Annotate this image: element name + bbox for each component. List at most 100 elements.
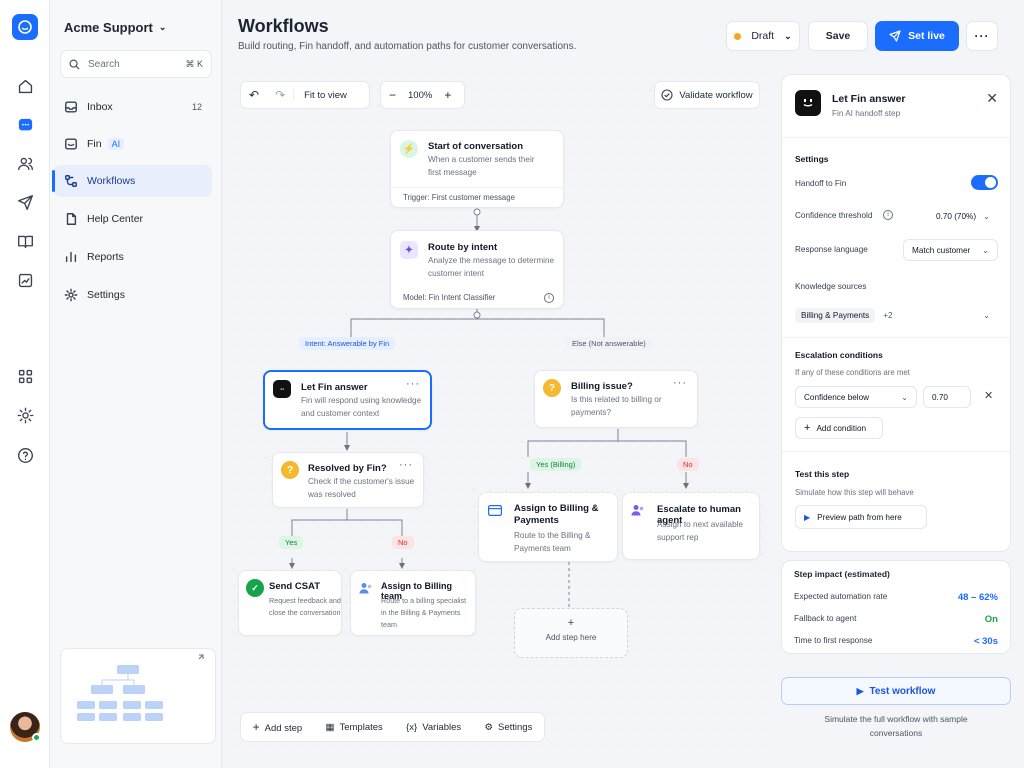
home-icon[interactable] <box>15 76 35 96</box>
bar-chart-icon <box>65 251 77 263</box>
assign-billing-payments-node[interactable]: Assign to Billing & Payments Route to the… <box>478 492 618 562</box>
node-description: Request feedback and close the conversati… <box>269 595 341 619</box>
add-condition-button[interactable]: + Add condition <box>795 417 883 439</box>
node-description: Check if the customer's issue was resolve… <box>308 475 414 501</box>
test-workflow-button[interactable]: ▶ Test workflow <box>781 677 1011 705</box>
node-more-icon[interactable]: ··· <box>399 459 413 471</box>
redo-icon[interactable]: ↷ <box>267 88 293 102</box>
condition-value-input[interactable]: 0.70 <box>923 386 971 408</box>
apps-grid-icon[interactable] <box>15 366 35 386</box>
close-icon[interactable]: ✕ <box>986 90 998 107</box>
add-step-button[interactable]: + Add step <box>245 720 311 734</box>
edge-label-no: No <box>677 458 699 471</box>
node-description: Route to the Billing & Payments team <box>514 529 590 555</box>
play-icon: ▶ <box>856 685 864 696</box>
zoom-out-button[interactable]: − <box>381 88 404 102</box>
escalation-hint: If any of these conditions are met <box>795 368 910 377</box>
status-dropdown[interactable]: Draft ⌄ <box>726 21 800 51</box>
sidebar-item-label: Workflows <box>87 175 136 187</box>
sidebar-item-label: Inbox <box>87 101 113 113</box>
validate-workflow-button[interactable]: Validate workflow <box>654 81 760 109</box>
messages-icon[interactable] <box>15 115 35 135</box>
workspace-name: Acme Support <box>64 20 153 35</box>
node-desc-line: payments? <box>571 408 612 417</box>
workspace-switcher[interactable]: Acme Support ⌄ <box>64 20 166 35</box>
billing-issue-node[interactable]: ? Billing issue? ··· Is this related to … <box>534 370 698 428</box>
fin-bot-icon: ᐧᐧ <box>273 380 291 398</box>
node-title: Billing issue? <box>571 381 633 392</box>
sidebar-item-reports[interactable]: Reports <box>54 241 212 273</box>
more-options-button[interactable]: ··· <box>966 21 998 51</box>
help-icon[interactable] <box>15 445 35 465</box>
language-select[interactable]: Match customer ⌄ <box>903 239 998 261</box>
handoff-toggle[interactable] <box>971 175 998 190</box>
info-icon[interactable]: i <box>544 293 554 303</box>
impact-value: On <box>984 614 998 625</box>
minimap-diagram <box>77 654 204 721</box>
sidebar-item-help-center[interactable]: Help Center <box>54 203 212 235</box>
sidebar-item-label: Help Center <box>87 213 144 225</box>
add-step-placeholder[interactable]: + Add step here <box>514 608 628 658</box>
preview-label: Preview path from here <box>817 512 902 522</box>
online-status-dot <box>32 733 41 742</box>
undo-icon[interactable]: ↶ <box>241 88 267 102</box>
send-icon[interactable] <box>15 192 35 212</box>
analytics-icon[interactable] <box>15 270 35 290</box>
settings-gear-icon[interactable] <box>15 405 35 425</box>
sidebar-item-workflows[interactable]: Workflows <box>52 165 212 197</box>
set-live-button[interactable]: Set live <box>875 21 959 51</box>
gear-icon: ⚙ <box>484 721 493 733</box>
zoom-in-button[interactable]: + <box>436 88 459 102</box>
variables-button[interactable]: {x} Variables <box>398 722 469 733</box>
save-button[interactable]: Save <box>808 21 868 51</box>
inbox-count-badge: 12 <box>191 102 202 112</box>
app-logo-icon[interactable] <box>12 14 38 40</box>
workflows-icon <box>65 175 77 187</box>
edge-label-else: Else (Not answerable) <box>566 337 652 350</box>
knowledge-select[interactable]: Billing & Payments +2 ⌄ <box>795 303 998 327</box>
start-node[interactable]: ⚡ Start of conversation When a customer … <box>390 130 564 208</box>
divider <box>782 137 1010 138</box>
templates-button[interactable]: ▦ Templates <box>318 722 391 733</box>
route-by-intent-node[interactable]: ✦ Route by intent Analyze the message to… <box>390 230 564 309</box>
templates-label: Templates <box>339 721 383 733</box>
assign-billing-team-node[interactable]: Assign to Billing team Route to a billin… <box>350 570 476 636</box>
sidebar-item-settings[interactable]: Settings <box>54 279 212 311</box>
workflow-minimap[interactable] <box>60 648 216 744</box>
workflow-canvas[interactable]: ↶ ↷ Fit to view − 100% + Validate workfl… <box>232 72 770 752</box>
impact-label: Expected automation rate <box>794 592 888 601</box>
node-more-icon[interactable]: ··· <box>673 377 687 389</box>
node-model: Model: Fin Intent Classifier <box>403 293 496 302</box>
sidebar-item-inbox[interactable]: Inbox 12 <box>54 91 212 123</box>
canvas-settings-button[interactable]: ⚙ Settings <box>476 722 540 733</box>
sidebar-item-label: Fin <box>87 138 102 150</box>
node-desc-line: Analyze the message to determine <box>428 256 555 265</box>
edge-label-yes: Yes <box>279 536 304 549</box>
let-fin-answer-node[interactable]: ᐧᐧ Let Fin answer ··· Fin will respond u… <box>263 370 432 430</box>
info-icon[interactable]: i <box>883 210 893 220</box>
expand-icon <box>198 654 204 660</box>
user-avatar[interactable] <box>10 712 41 742</box>
resolved-by-fin-node[interactable]: ? Resolved by Fin? ··· Check if the cust… <box>272 452 424 508</box>
panel-title: Let Fin answer <box>832 93 906 105</box>
node-description: Route to a billing specialist in the Bill… <box>381 595 466 631</box>
knowledge-book-icon[interactable] <box>15 231 35 251</box>
send-csat-node[interactable]: ✓ Send CSAT Request feedback and close th… <box>238 570 342 636</box>
status-label: Draft <box>751 30 775 42</box>
preview-path-button[interactable]: ▶ Preview path from here <box>795 505 927 529</box>
sidebar-item-fin[interactable]: Fin AI <box>54 128 212 160</box>
fit-to-view-button[interactable]: Fit to view <box>293 89 355 101</box>
inbox-icon <box>65 101 77 113</box>
node-more-icon[interactable]: ··· <box>406 378 420 390</box>
add-condition-label: Add condition <box>816 423 867 433</box>
sidebar-item-label: Reports <box>87 251 124 263</box>
remove-condition-icon[interactable]: ✕ <box>984 389 993 402</box>
contacts-icon[interactable] <box>15 153 35 173</box>
chevron-down-icon: ⌄ <box>982 245 989 255</box>
search-input[interactable]: Search ⌘ K <box>60 50 212 78</box>
confidence-select[interactable]: 0.70 (70%) ⌄ <box>928 205 998 227</box>
language-label: Response language <box>795 245 868 254</box>
condition-field-select[interactable]: Confidence below ⌄ <box>795 386 917 408</box>
escalate-human-node[interactable]: Escalate to human agent Assign to next a… <box>622 492 760 560</box>
impact-row: Time to first response < 30s <box>794 636 998 647</box>
